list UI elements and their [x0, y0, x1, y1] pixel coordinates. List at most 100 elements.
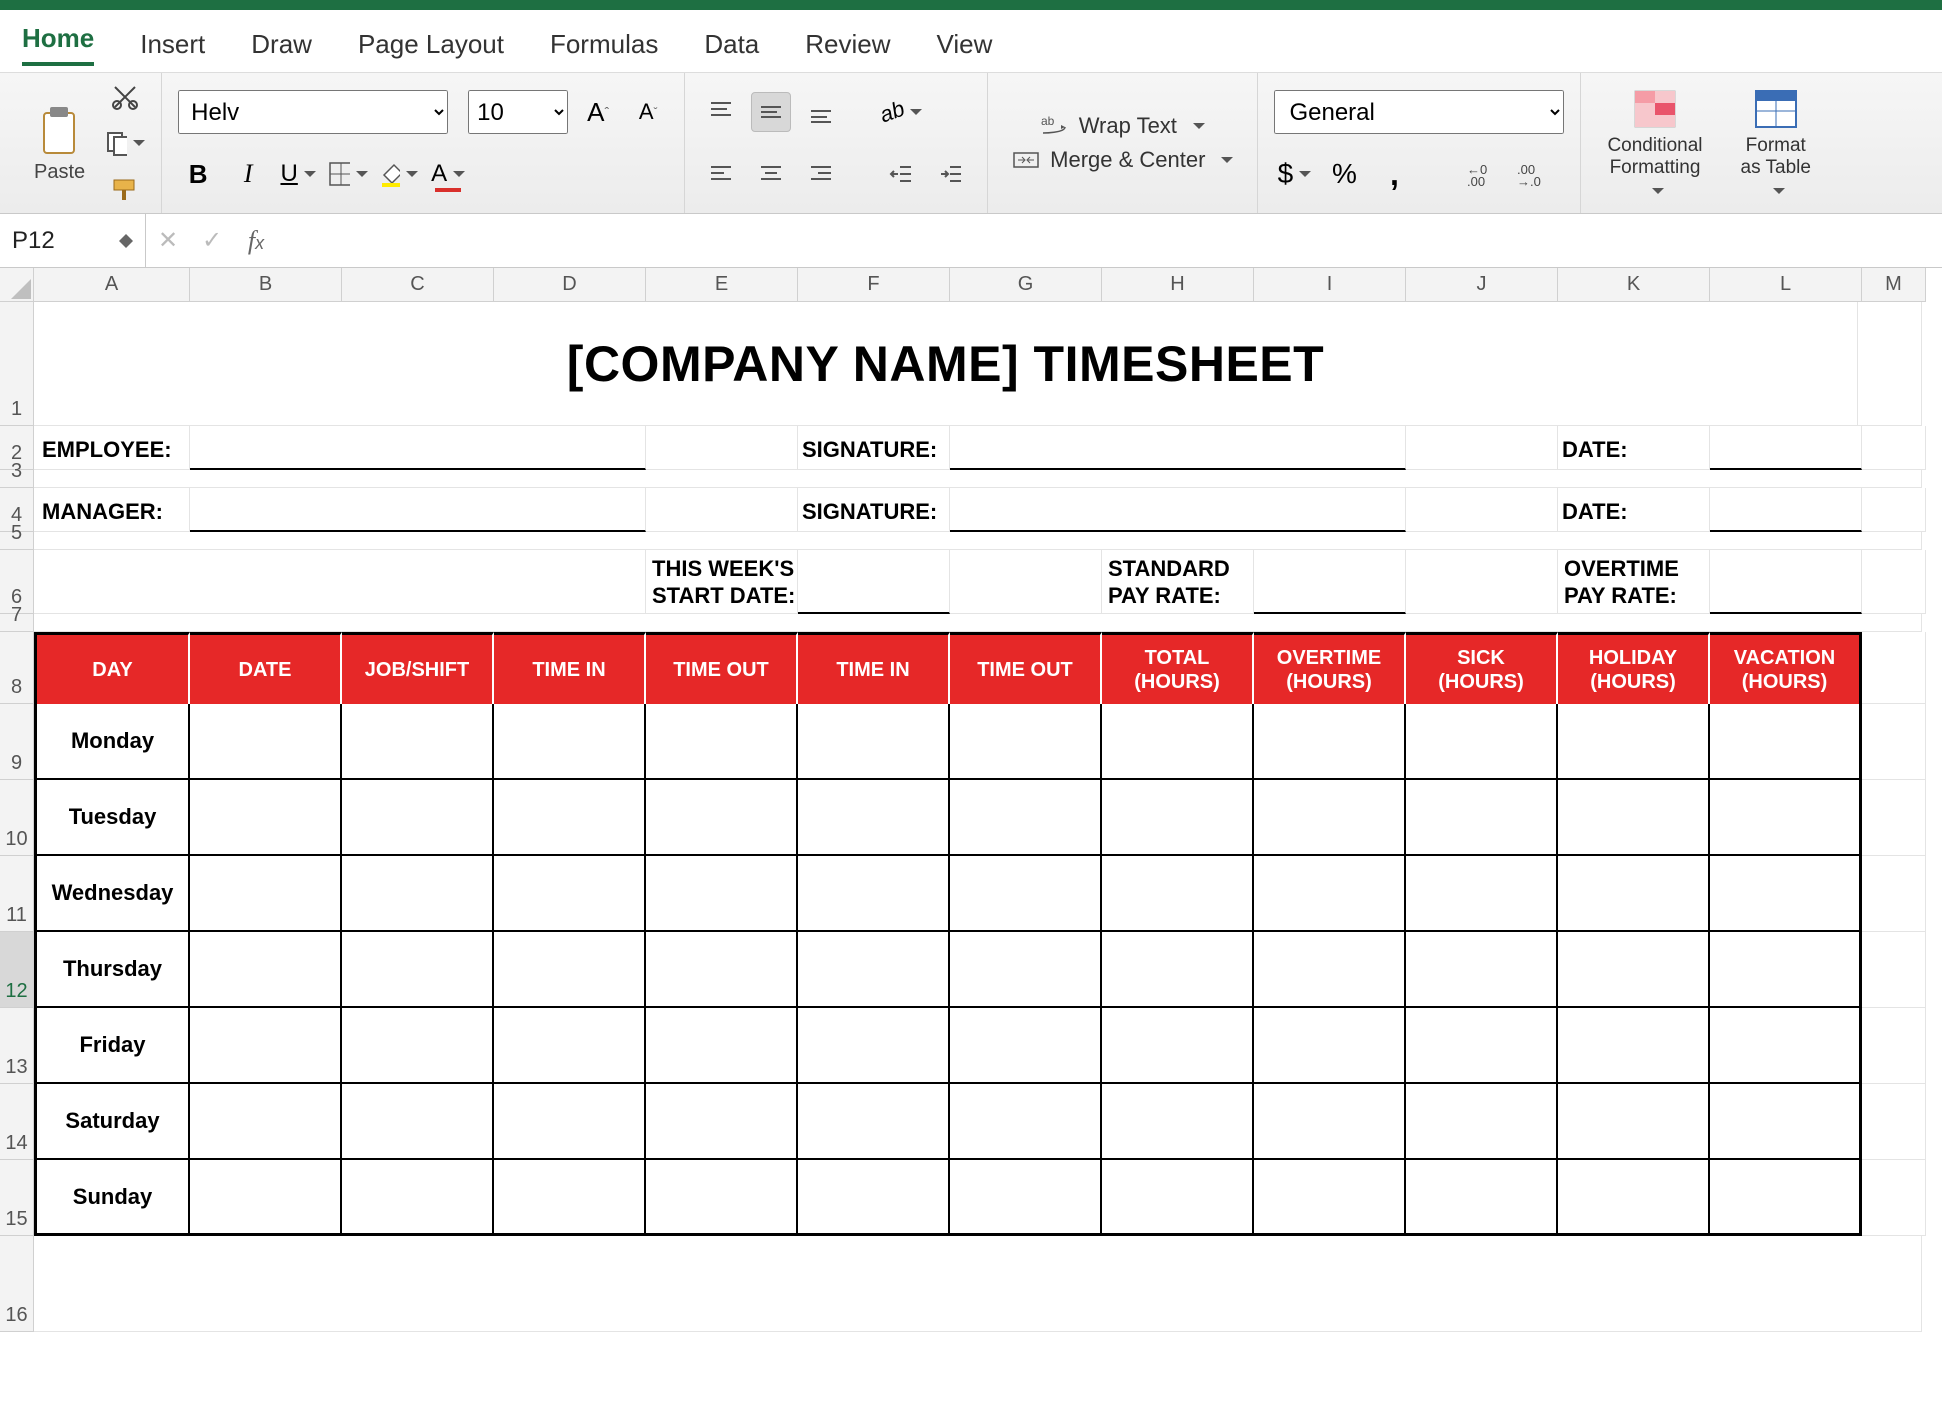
cell[interactable] [1710, 704, 1862, 780]
cell[interactable] [950, 1084, 1102, 1160]
font-color-button[interactable]: A [428, 154, 468, 194]
cell[interactable] [342, 1160, 494, 1236]
signature-label-2[interactable]: SIGNATURE: [798, 488, 950, 532]
cell[interactable] [190, 704, 342, 780]
cell[interactable] [798, 780, 950, 856]
week-start-label[interactable]: THIS WEEK'S START DATE: [646, 550, 798, 614]
cell[interactable] [1406, 856, 1558, 932]
cell[interactable] [1862, 632, 1926, 704]
conditional-formatting-button[interactable]: Conditional Formatting [1597, 85, 1712, 201]
cell[interactable] [1102, 1008, 1254, 1084]
date-value-2[interactable] [1710, 488, 1862, 532]
cell[interactable] [1102, 1160, 1254, 1236]
cell[interactable] [950, 856, 1102, 932]
font-name-select[interactable]: Helv [178, 90, 448, 134]
manager-label[interactable]: MANAGER: [34, 488, 190, 532]
cell[interactable] [646, 932, 798, 1008]
cell[interactable] [494, 1084, 646, 1160]
row-header-12[interactable]: 12 [0, 932, 34, 1008]
cell[interactable] [34, 470, 1922, 488]
cell[interactable] [1710, 856, 1862, 932]
font-size-select[interactable]: 10 [468, 90, 568, 134]
cell[interactable] [1862, 1008, 1926, 1084]
col-header-J[interactable]: J [1406, 268, 1558, 302]
cell[interactable] [34, 532, 1922, 550]
cell[interactable] [1254, 704, 1406, 780]
col-header-F[interactable]: F [798, 268, 950, 302]
cell[interactable] [1710, 1008, 1862, 1084]
cell[interactable] [1102, 1084, 1254, 1160]
cell[interactable] [1254, 780, 1406, 856]
date-value-1[interactable] [1710, 426, 1862, 470]
cell[interactable] [798, 932, 950, 1008]
comma-button[interactable]: , [1374, 154, 1414, 194]
col-header-A[interactable]: A [34, 268, 190, 302]
tab-page-layout[interactable]: Page Layout [358, 29, 504, 60]
cell[interactable] [494, 856, 646, 932]
cell[interactable] [1558, 704, 1710, 780]
day-cell-thursday[interactable]: Thursday [34, 932, 190, 1008]
align-right-button[interactable] [801, 154, 841, 194]
select-all-corner[interactable] [0, 268, 34, 302]
cell[interactable] [950, 780, 1102, 856]
bold-button[interactable]: B [178, 154, 218, 194]
fill-color-button[interactable] [378, 154, 418, 194]
cell[interactable] [646, 488, 798, 532]
col-header-K[interactable]: K [1558, 268, 1710, 302]
cell[interactable] [190, 1084, 342, 1160]
cell[interactable] [1406, 1008, 1558, 1084]
standard-rate-value[interactable] [1254, 550, 1406, 614]
row-header-5[interactable]: 5 [0, 532, 34, 550]
cell[interactable] [1254, 932, 1406, 1008]
cell[interactable] [494, 1160, 646, 1236]
cell[interactable] [1862, 488, 1926, 532]
col-header-E[interactable]: E [646, 268, 798, 302]
currency-button[interactable]: $ [1274, 154, 1314, 194]
day-cell-wednesday[interactable]: Wednesday [34, 856, 190, 932]
signature-value-1[interactable] [950, 426, 1406, 470]
tab-home[interactable]: Home [22, 23, 94, 66]
tab-data[interactable]: Data [704, 29, 759, 60]
cell[interactable] [798, 1160, 950, 1236]
employee-value[interactable] [190, 426, 646, 470]
align-top-button[interactable] [701, 92, 741, 132]
col-header-G[interactable]: G [950, 268, 1102, 302]
manager-value[interactable] [190, 488, 646, 532]
name-box[interactable]: P12 [0, 214, 146, 268]
cell[interactable] [1558, 780, 1710, 856]
cell[interactable] [950, 704, 1102, 780]
cell[interactable] [1102, 780, 1254, 856]
overtime-rate-label[interactable]: OVERTIME PAY RATE: [1558, 550, 1710, 614]
align-bottom-button[interactable] [801, 92, 841, 132]
format-as-table-button[interactable]: Format as Table [1731, 85, 1821, 201]
th-timeout2[interactable]: TIME OUT [950, 632, 1102, 704]
cell[interactable] [1406, 704, 1558, 780]
cancel-formula-button[interactable]: ✕ [146, 226, 190, 255]
cell[interactable] [1862, 550, 1926, 614]
tab-review[interactable]: Review [805, 29, 890, 60]
row-header-16[interactable]: 16 [0, 1236, 34, 1332]
cell[interactable] [1710, 1160, 1862, 1236]
cell[interactable] [1406, 1160, 1558, 1236]
th-timein2[interactable]: TIME IN [798, 632, 950, 704]
increase-decimal-button[interactable]: .00→.0 [1514, 154, 1554, 194]
cell[interactable] [646, 856, 798, 932]
cell[interactable] [342, 780, 494, 856]
overtime-rate-value[interactable] [1710, 550, 1862, 614]
sheet-title[interactable]: [COMPANY NAME] TIMESHEET [34, 302, 1858, 426]
cell[interactable] [494, 932, 646, 1008]
number-format-select[interactable]: General [1274, 90, 1564, 134]
th-holiday[interactable]: HOLIDAY (HOURS) [1558, 632, 1710, 704]
paste-button[interactable]: Paste [24, 99, 95, 188]
cell[interactable] [1862, 932, 1926, 1008]
cell[interactable] [950, 1160, 1102, 1236]
col-header-L[interactable]: L [1710, 268, 1862, 302]
col-header-H[interactable]: H [1102, 268, 1254, 302]
increase-indent-button[interactable] [931, 154, 971, 194]
cell[interactable] [798, 704, 950, 780]
day-cell-tuesday[interactable]: Tuesday [34, 780, 190, 856]
merge-center-button[interactable]: Merge & Center [1004, 143, 1241, 177]
th-job[interactable]: JOB/SHIFT [342, 632, 494, 704]
format-painter-button[interactable] [105, 169, 145, 209]
standard-rate-label[interactable]: STANDARD PAY RATE: [1102, 550, 1254, 614]
